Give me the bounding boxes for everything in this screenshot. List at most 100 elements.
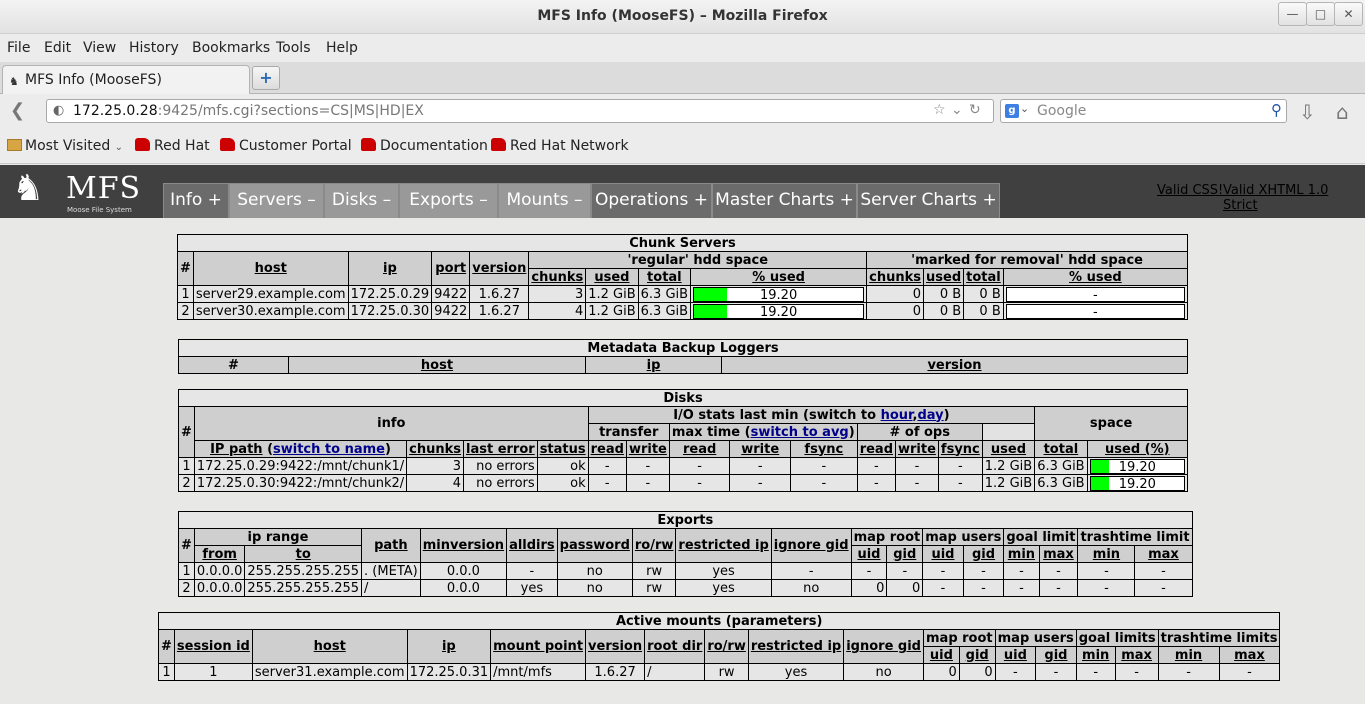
col-chunks[interactable]: chunks <box>528 268 587 286</box>
col-ops-write[interactable]: write <box>895 440 939 458</box>
col-restricted-ip[interactable]: restricted ip <box>675 528 772 563</box>
col-transfer-read[interactable]: read <box>587 440 627 458</box>
col-from[interactable]: from <box>193 545 246 563</box>
tab-mounts[interactable]: Mounts – <box>498 183 591 218</box>
menu-history[interactable]: History <box>129 40 179 56</box>
bookmark-red-hat[interactable]: Red Hat <box>135 138 210 154</box>
col-minversion[interactable]: minversion <box>419 528 508 563</box>
col-total[interactable]: total <box>637 268 692 286</box>
col-transfer-write[interactable]: write <box>625 440 670 458</box>
col-rorw[interactable]: ro/rw <box>631 528 677 563</box>
col-root-uid[interactable]: uid <box>850 545 888 563</box>
google-engine-icon[interactable]: g <box>1005 104 1019 118</box>
col-users-uid[interactable]: uid <box>994 646 1037 664</box>
col-maxtime-read[interactable]: read <box>668 440 731 458</box>
col-status[interactable]: status <box>536 440 589 458</box>
close-icon[interactable]: ✕ <box>1334 2 1363 26</box>
col-root-uid[interactable]: uid <box>923 646 960 664</box>
bookmark-documentation[interactable]: Documentation <box>361 138 488 154</box>
col-ip[interactable]: ip <box>585 356 722 374</box>
col-version[interactable]: version <box>585 629 646 664</box>
bookmark-customer-portal[interactable]: Customer Portal <box>220 138 352 154</box>
col-goal-min[interactable]: min <box>1075 646 1116 664</box>
col-ip[interactable]: ip <box>347 251 433 286</box>
col-removal-chunks[interactable]: chunks <box>866 268 925 286</box>
col-space-used-pct[interactable]: used (%) <box>1086 440 1189 458</box>
col-root-dir[interactable]: root dir <box>644 629 706 664</box>
col-removal-pct-used[interactable]: % used <box>1002 268 1189 286</box>
tab-server-charts[interactable]: Server Charts + <box>857 183 1000 218</box>
col-ip-path[interactable]: IP path (switch to name) <box>193 440 408 458</box>
col-path[interactable]: path <box>361 528 421 563</box>
col-restricted-ip[interactable]: restricted ip <box>747 629 845 664</box>
col-used[interactable]: used <box>585 268 639 286</box>
col-rorw[interactable]: ro/rw <box>704 629 749 664</box>
star-icon[interactable]: ☆ <box>933 102 946 118</box>
col-removal-used[interactable]: used <box>923 268 965 286</box>
col-pct-used[interactable]: % used <box>690 268 868 286</box>
tab-operations[interactable]: Operations + <box>591 183 712 218</box>
col-chunks[interactable]: chunks <box>406 440 464 458</box>
col-ops-read[interactable]: read <box>856 440 897 458</box>
col-root-gid[interactable]: gid <box>958 646 996 664</box>
col-session-id[interactable]: session id <box>173 629 253 664</box>
new-tab-button[interactable]: + <box>252 66 280 90</box>
tab-exports[interactable]: Exports – <box>399 183 498 218</box>
col-alldirs[interactable]: alldirs <box>506 528 558 563</box>
col-host[interactable]: host <box>288 356 586 374</box>
chevron-down-icon[interactable]: ⌄ <box>951 102 963 118</box>
maximize-icon[interactable]: □ <box>1306 2 1335 26</box>
col-trash-min[interactable]: min <box>1157 646 1220 664</box>
col-users-uid[interactable]: uid <box>922 545 964 563</box>
browser-tab[interactable]: ♞ MFS Info (MooseFS) <box>2 65 250 94</box>
col-removal-total[interactable]: total <box>963 268 1004 286</box>
col-trash-min[interactable]: min <box>1077 545 1136 563</box>
home-icon[interactable]: ⌂ <box>1336 100 1349 124</box>
col-goal-max[interactable]: max <box>1114 646 1159 664</box>
col-last-error[interactable]: last error <box>462 440 538 458</box>
col-space-total[interactable]: total <box>1034 440 1088 458</box>
tab-master-charts[interactable]: Master Charts + <box>712 183 857 218</box>
menu-help[interactable]: Help <box>326 40 358 56</box>
col-space-used[interactable]: used <box>981 440 1036 458</box>
menu-bookmarks[interactable]: Bookmarks <box>192 40 270 56</box>
col-ignore-gid[interactable]: ignore gid <box>770 528 852 563</box>
url-bar[interactable]: ◐ 172.25.0.28:9425/mfs.cgi?sections=CS|M… <box>46 99 994 123</box>
tab-disks[interactable]: Disks – <box>324 183 399 218</box>
col-users-gid[interactable]: gid <box>1035 646 1077 664</box>
col-maxtime-fsync[interactable]: fsync <box>790 440 858 458</box>
col-goal-min[interactable]: min <box>1003 545 1040 563</box>
search-icon[interactable]: ⚲ <box>1271 101 1282 119</box>
tab-info[interactable]: Info + <box>163 183 229 218</box>
menu-view[interactable]: View <box>83 40 116 56</box>
col-ip[interactable]: ip <box>406 629 492 664</box>
reload-icon[interactable]: ↻ <box>969 102 981 118</box>
col-root-gid[interactable]: gid <box>886 545 924 563</box>
bookmark-red-hat-network[interactable]: Red Hat Network <box>491 138 629 154</box>
col-trash-max[interactable]: max <box>1218 646 1281 664</box>
col-trash-max[interactable]: max <box>1134 545 1193 563</box>
menu-tools[interactable]: Tools <box>276 40 311 56</box>
valid-xhtml-link[interactable]: Valid XHTML 1.0 Strict <box>1223 183 1365 213</box>
col-password[interactable]: password <box>556 528 633 563</box>
tab-servers[interactable]: Servers – <box>229 183 324 218</box>
col-version[interactable]: version <box>469 251 530 286</box>
valid-css-link[interactable]: Valid CSS! <box>1157 183 1223 198</box>
col-host[interactable]: host <box>192 251 349 286</box>
col-port[interactable]: port <box>431 251 471 286</box>
minimize-icon[interactable]: — <box>1278 2 1307 26</box>
engine-dropdown-icon[interactable]: ⌄ <box>1020 102 1029 115</box>
switch-to-avg-link[interactable]: switch to avg <box>751 425 849 440</box>
col-goal-max[interactable]: max <box>1038 545 1079 563</box>
search-bar[interactable]: g ⌄ Google ⚲ <box>1000 99 1287 123</box>
switch-to-day-link[interactable]: day <box>917 408 943 423</box>
col-to[interactable]: to <box>244 545 363 563</box>
col-ops-fsync[interactable]: fsync <box>937 440 983 458</box>
col-version[interactable]: version <box>721 356 1188 374</box>
switch-to-hour-link[interactable]: hour <box>881 408 913 423</box>
bookmark-most-visited[interactable]: Most Visited ⌄ <box>7 138 123 154</box>
col-mount-point[interactable]: mount point <box>490 629 587 664</box>
col-host[interactable]: host <box>251 629 408 664</box>
switch-to-name-link[interactable]: switch to name <box>273 442 385 457</box>
menu-edit[interactable]: Edit <box>44 40 71 56</box>
